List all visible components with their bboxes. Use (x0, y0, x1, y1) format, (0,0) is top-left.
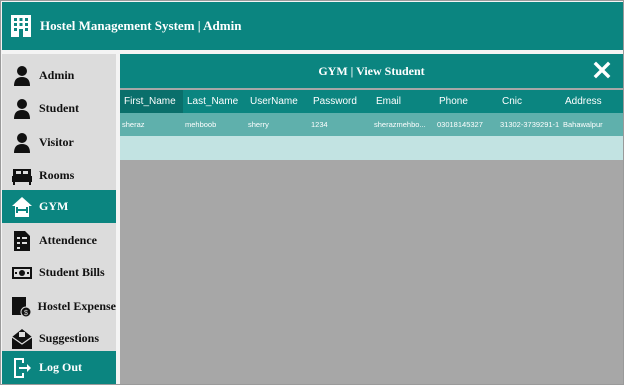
new-row-placeholder[interactable] (120, 136, 623, 160)
column-header-address[interactable]: Address (561, 90, 623, 113)
sidebar-item-rooms[interactable]: Rooms (2, 159, 116, 192)
sidebar-item-label: GYM (39, 199, 69, 213)
table-cell[interactable]: Bahawalpur (561, 113, 623, 136)
sidebar-item-label: Log Out (39, 360, 83, 374)
visitor-user-icon (11, 131, 33, 155)
dumbbell-icon (11, 195, 33, 219)
student-user-icon (11, 97, 33, 121)
students-table[interactable]: First_Name Last_Name UserName Password E… (120, 90, 623, 136)
mail-envelope-icon (11, 327, 33, 351)
sidebar-item-gym[interactable]: GYM (2, 190, 116, 223)
table-cell[interactable]: mehboob (183, 113, 246, 136)
admin-user-icon (11, 64, 33, 88)
sidebar-item-label: Visitor (39, 135, 74, 149)
sidebar-item-admin[interactable]: Admin (2, 59, 116, 92)
table-cell[interactable]: 1234 (309, 113, 372, 136)
column-header-password[interactable]: Password (309, 90, 372, 113)
app-window: Hostel Management System | Admin Admin S… (0, 0, 624, 385)
table-cell[interactable]: sheraz (120, 113, 183, 136)
column-header-first-name[interactable]: First_Name (120, 90, 183, 113)
cash-bill-icon (11, 261, 33, 285)
sidebar-item-visitor[interactable]: Visitor (2, 126, 116, 159)
sidebar-item-logout[interactable]: Log Out (2, 351, 116, 384)
expense-icon: $ (11, 295, 32, 319)
sidebar-item-label: Student (39, 101, 80, 115)
sidebar: Admin Student Visitor Rooms GYM Attenden… (2, 54, 116, 384)
title-bar: Hostel Management System | Admin (2, 2, 623, 50)
svg-text:$: $ (24, 310, 28, 317)
sidebar-item-label: Hostel Expense (37, 299, 116, 313)
table-cell[interactable]: sherry (246, 113, 309, 136)
panel-title: GYM | View Student (318, 63, 425, 78)
sidebar-item-label: Suggestions (39, 331, 100, 345)
column-header-cnic[interactable]: Cnic (498, 90, 561, 113)
table-cell[interactable]: 03018145327 (435, 113, 498, 136)
sidebar-item-label: Student Bills (39, 265, 105, 279)
sidebar-item-hostel-expense[interactable]: $ Hostel Expense (2, 290, 116, 323)
panel-header: GYM | View Student (120, 54, 623, 88)
column-header-username[interactable]: UserName (246, 90, 309, 113)
column-header-last-name[interactable]: Last_Name (183, 90, 246, 113)
sidebar-item-label: Rooms (39, 168, 75, 182)
column-header-email[interactable]: Email (372, 90, 435, 113)
building-icon (11, 15, 31, 37)
sidebar-item-student[interactable]: Student (2, 92, 116, 125)
sidebar-item-attendence[interactable]: Attendence (2, 224, 116, 257)
table-cell[interactable]: 31302-3739291-1 (498, 113, 561, 136)
bed-icon (11, 164, 33, 188)
logout-icon (11, 356, 33, 380)
main-panel: GYM | View Student First_Name Last_Name … (120, 54, 623, 384)
table-row[interactable]: sheraz mehboob sherry 1234 sherazmehbo..… (120, 113, 623, 136)
app-title: Hostel Management System | Admin (40, 18, 242, 33)
table-header-row: First_Name Last_Name UserName Password E… (120, 90, 623, 113)
table-cell[interactable]: sherazmehbo... (372, 113, 435, 136)
sidebar-item-student-bills[interactable]: Student Bills (2, 256, 116, 289)
sidebar-item-label: Admin (39, 68, 75, 82)
column-header-phone[interactable]: Phone (435, 90, 498, 113)
close-icon[interactable] (593, 61, 611, 79)
sidebar-item-label: Attendence (39, 233, 97, 247)
attendance-sheet-icon (11, 229, 33, 253)
